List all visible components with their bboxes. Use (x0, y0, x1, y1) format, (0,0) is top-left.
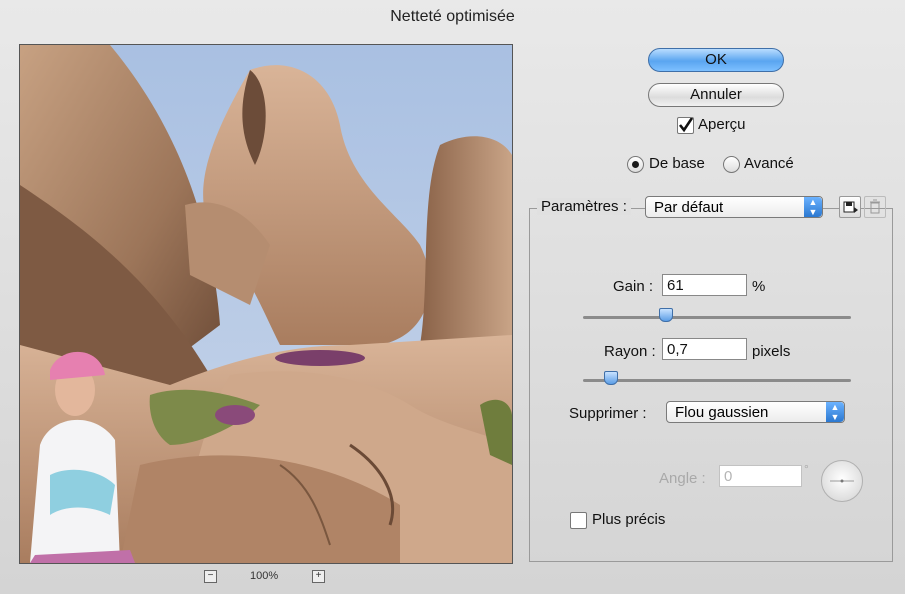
mode-basic-label: De base (649, 155, 705, 172)
settings-label: Paramètres : (537, 198, 631, 215)
remove-select[interactable]: Flou gaussien ▲ ▼ (666, 401, 845, 423)
window-title: Netteté optimisée (390, 8, 515, 25)
radius-label: Rayon : (604, 343, 656, 360)
save-preset-icon (843, 201, 858, 213)
radius-slider-thumb[interactable] (603, 371, 618, 385)
rock-scene-image (20, 45, 512, 563)
radius-unit: pixels (752, 343, 791, 360)
remove-select-value: Flou gaussien (675, 404, 769, 421)
radius-slider-track[interactable] (583, 379, 851, 382)
gain-label: Gain : (613, 278, 654, 295)
chevron-updown-icon: ▲ ▼ (804, 197, 822, 217)
zoom-in-button[interactable]: + (312, 570, 325, 583)
radius-input[interactable]: 0,7 (662, 338, 747, 360)
angle-dial[interactable] (821, 460, 863, 502)
zoom-out-button[interactable]: − (204, 570, 217, 583)
mode-advanced-label: Avancé (744, 155, 794, 172)
gain-unit: % (752, 278, 766, 295)
settings-group (529, 208, 893, 562)
preview-label: Aperçu (698, 116, 746, 133)
preview-checkbox[interactable] (677, 117, 694, 134)
angle-input[interactable]: 0 (719, 465, 802, 487)
mode-basic-radio[interactable] (627, 156, 644, 173)
preset-select[interactable]: Par défaut ▲ ▼ (645, 196, 823, 218)
gain-slider-track[interactable] (583, 316, 851, 319)
save-preset-button[interactable] (839, 196, 861, 218)
preview-image[interactable] (19, 44, 513, 564)
delete-preset-button[interactable] (864, 196, 886, 218)
zoom-controls: − 100% + (204, 570, 354, 590)
gain-slider-thumb[interactable] (658, 308, 673, 322)
angle-unit: ° (804, 462, 809, 476)
zoom-level: 100% (250, 570, 279, 582)
checkmark-icon (678, 117, 694, 133)
angle-dial-icon (830, 479, 854, 483)
remove-label: Supprimer : (569, 405, 647, 422)
angle-label: Angle : (659, 470, 706, 487)
more-accurate-checkbox[interactable] (570, 512, 587, 529)
trash-icon (870, 199, 880, 214)
mode-advanced-radio[interactable] (723, 156, 740, 173)
ok-button[interactable]: OK (648, 48, 784, 72)
gain-input[interactable]: 61 (662, 274, 747, 296)
chevron-updown-icon: ▲ ▼ (826, 402, 844, 422)
preset-select-value: Par défaut (654, 199, 724, 216)
unsharp-mask-dialog: Netteté optimisée − 100% + OK Annuler Ap… (0, 0, 905, 594)
cancel-button[interactable]: Annuler (648, 83, 784, 107)
more-accurate-label: Plus précis (592, 511, 666, 528)
